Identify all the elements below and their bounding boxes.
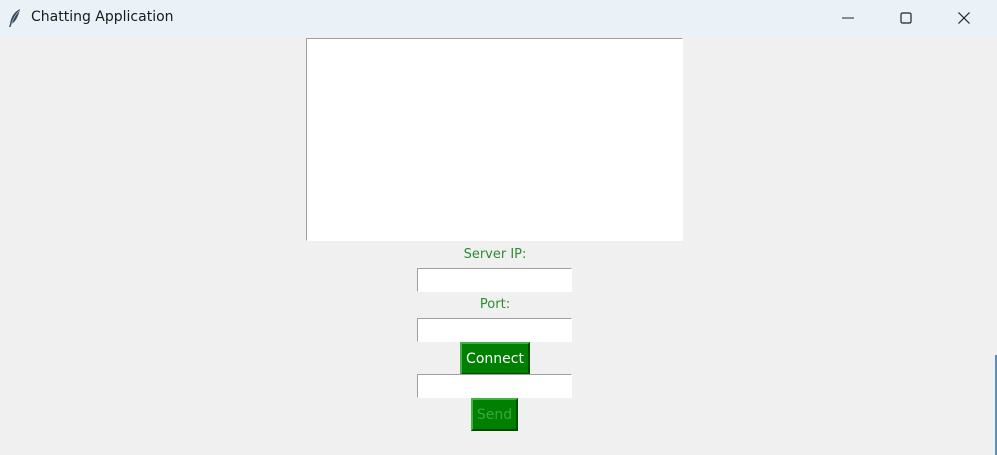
- chat-window: Chatting Application Server IP: Port: Co…: [0, 0, 997, 455]
- port-label: Port:: [479, 297, 511, 312]
- feather-icon: [6, 8, 24, 28]
- server-ip-label: Server IP:: [463, 247, 527, 262]
- title-bar[interactable]: Chatting Application: [0, 0, 997, 37]
- window-title: Chatting Application: [31, 9, 174, 25]
- server-ip-input[interactable]: [417, 268, 572, 292]
- close-icon: [958, 12, 970, 24]
- close-button[interactable]: [941, 0, 987, 37]
- port-input[interactable]: [417, 318, 572, 342]
- message-input[interactable]: [417, 374, 572, 398]
- minimize-button[interactable]: [825, 0, 871, 37]
- minimize-icon: [842, 17, 854, 19]
- maximize-icon: [900, 12, 912, 24]
- maximize-button[interactable]: [883, 0, 929, 37]
- send-button[interactable]: Send: [471, 398, 518, 431]
- connect-button[interactable]: Connect: [460, 342, 530, 375]
- chat-messages-area[interactable]: [306, 38, 683, 241]
